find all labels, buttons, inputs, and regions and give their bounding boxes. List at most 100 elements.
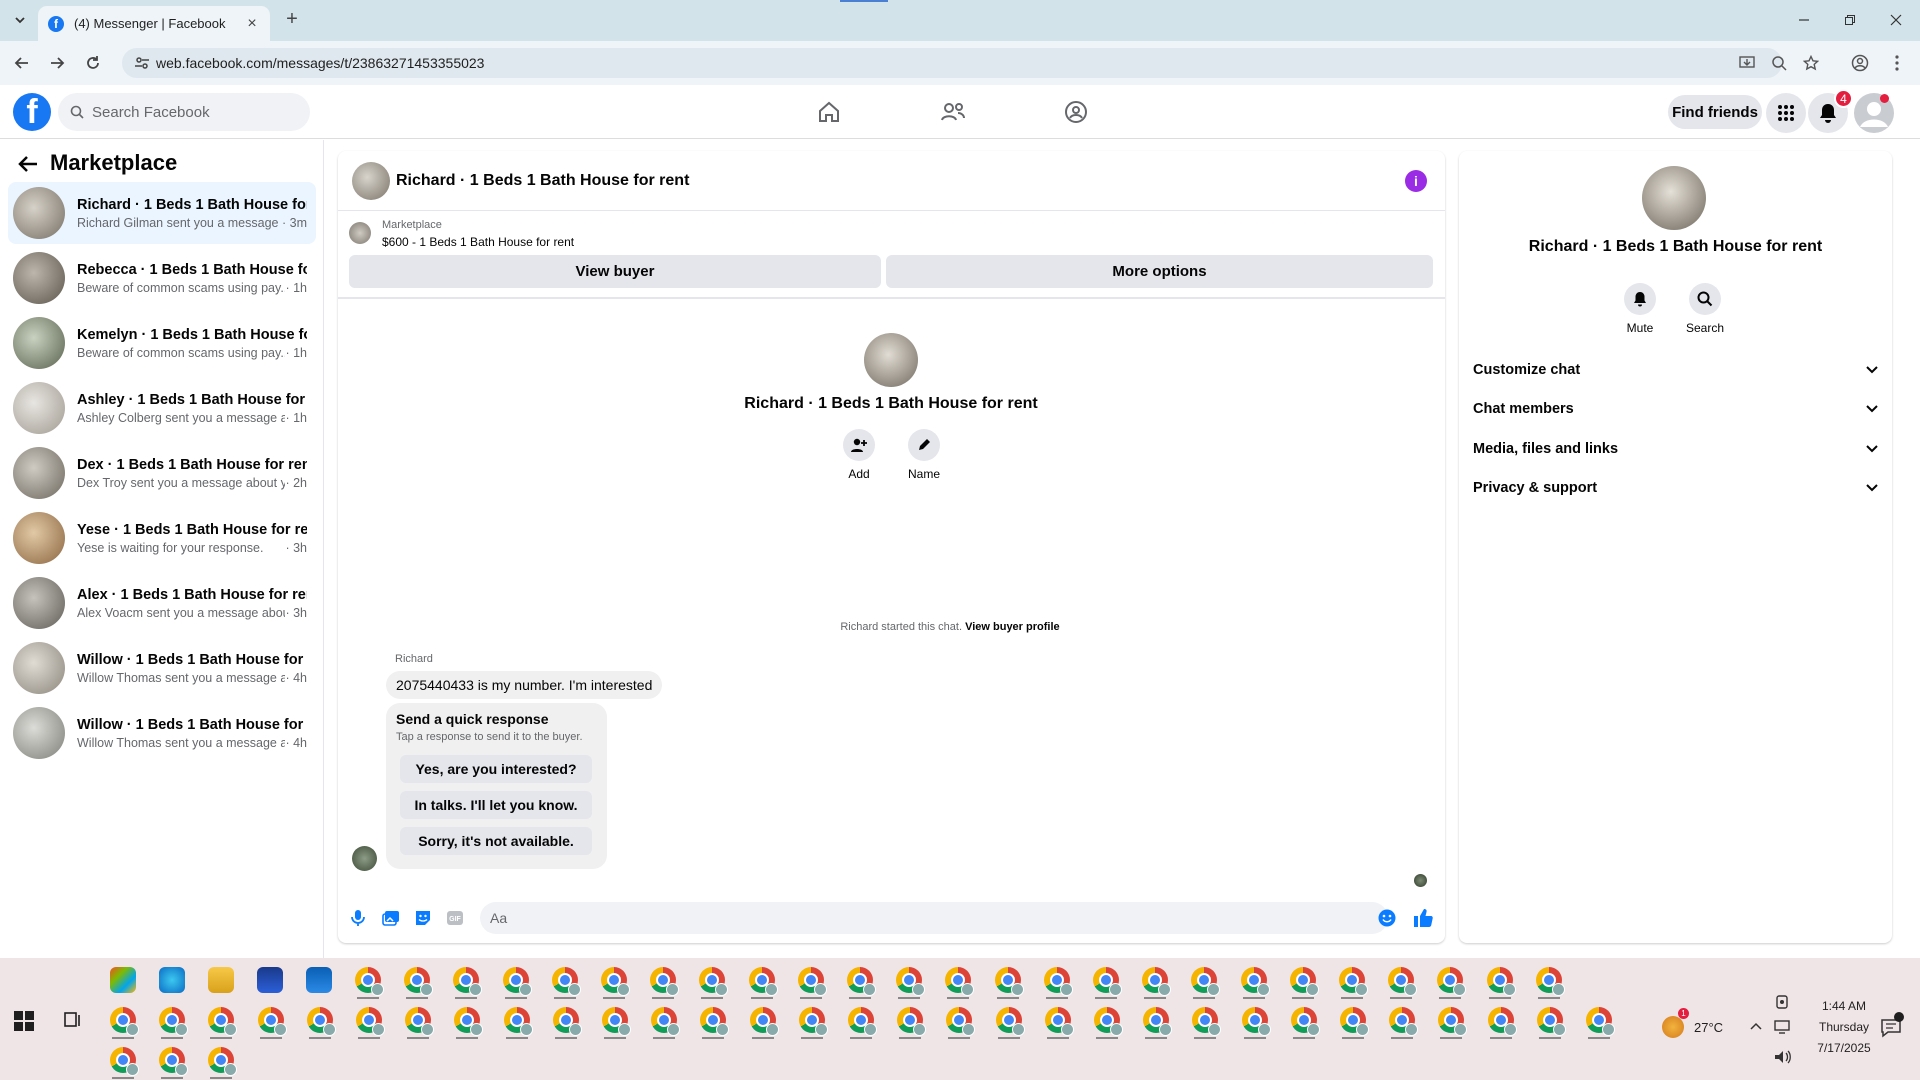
conversation-item[interactable]: Willow · 1 Beds 1 Bath House for re... Wi…	[8, 637, 316, 699]
chrome-profile-icon[interactable]	[1340, 1007, 1369, 1036]
view-buyer-button[interactable]: View buyer	[349, 255, 881, 288]
chrome-profile-icon[interactable]	[699, 967, 729, 996]
temperature[interactable]: 27°C	[1694, 1020, 1723, 1035]
conversation-item[interactable]: Kemelyn · 1 Beds 1 Bath House for ... Bew…	[8, 312, 316, 374]
quick-response-option[interactable]: In talks. I'll let you know.	[400, 791, 592, 819]
task-view-icon[interactable]	[62, 1010, 82, 1030]
chrome-profile-icon[interactable]	[897, 1007, 927, 1036]
chat-title[interactable]: Richard · 1 Beds 1 Bath House for rent	[396, 172, 689, 190]
close-window-icon[interactable]	[1876, 8, 1916, 32]
chrome-profile-icon[interactable]	[1094, 1007, 1123, 1036]
chrome-profile-icon[interactable]	[1044, 1007, 1074, 1036]
groups-icon[interactable]	[1061, 99, 1091, 125]
chrome-profile-icon[interactable]	[1290, 1007, 1320, 1036]
chrome-profile-icon[interactable]	[159, 1047, 189, 1076]
chrome-profile-icon[interactable]	[651, 1007, 681, 1036]
chrome-profile-icon[interactable]	[995, 1007, 1025, 1036]
chrome-profile-icon[interactable]	[602, 1007, 631, 1036]
chrome-profile-icon[interactable]	[798, 1007, 828, 1036]
chrome-profile-icon[interactable]	[159, 1007, 189, 1036]
chrome-profile-icon[interactable]	[847, 967, 876, 996]
conversation-item[interactable]: Richard · 1 Beds 1 Bath House for r... Ri…	[8, 182, 316, 244]
photo-icon[interactable]	[381, 908, 401, 928]
chrome-profile-icon[interactable]	[208, 1007, 238, 1036]
home-icon[interactable]	[814, 99, 844, 125]
edit-name-action[interactable]: Name	[904, 429, 944, 481]
chrome-profile-icon[interactable]	[1586, 1007, 1615, 1036]
profile-icon[interactable]	[1849, 52, 1871, 74]
minimize-icon[interactable]	[1784, 8, 1824, 32]
chrome-profile-icon[interactable]	[453, 967, 483, 996]
chrome-profile-icon[interactable]	[1389, 1007, 1419, 1036]
view-buyer-profile-link[interactable]: View buyer profile	[965, 621, 1060, 633]
chrome-profile-icon[interactable]	[1143, 1007, 1173, 1036]
menu-grid-icon[interactable]	[1766, 93, 1806, 133]
quick-response-option[interactable]: Yes, are you interested?	[400, 755, 592, 783]
tab-close-icon[interactable]: ×	[244, 15, 260, 32]
section-chat-members[interactable]: Chat members	[1473, 394, 1878, 424]
chrome-profile-icon[interactable]	[1192, 1007, 1222, 1036]
chrome-profile-icon[interactable]	[454, 1007, 484, 1036]
clock-time[interactable]: 1:44 AM	[1804, 999, 1884, 1013]
quick-response-option[interactable]: Sorry, it's not available.	[400, 827, 592, 855]
sticker-icon[interactable]	[413, 908, 433, 928]
chrome-profile-icon[interactable]	[1487, 1007, 1517, 1036]
network-icon[interactable]	[1774, 1020, 1792, 1034]
chrome-profile-icon[interactable]	[1289, 967, 1319, 996]
tab-search-dropdown-icon[interactable]	[8, 8, 32, 32]
windows-start-icon[interactable]	[14, 1011, 34, 1031]
chrome-profile-icon[interactable]	[896, 967, 926, 996]
facebook-logo-icon[interactable]: f	[13, 93, 51, 131]
chrome-profile-icon[interactable]	[1191, 967, 1221, 996]
restore-icon[interactable]	[1830, 8, 1870, 32]
chrome-profile-icon[interactable]	[404, 967, 434, 996]
chrome-profile-icon[interactable]	[945, 967, 975, 996]
chrome-profile-icon[interactable]	[306, 1007, 336, 1036]
url-bar[interactable]: web.facebook.com/messages/t/238632714533…	[122, 48, 1782, 78]
friends-icon[interactable]	[938, 99, 968, 125]
search-in-chat-action[interactable]: Search	[1683, 283, 1727, 335]
section-media-files-links[interactable]: Media, files and links	[1473, 434, 1878, 464]
chrome-profile-icon[interactable]	[1388, 967, 1418, 996]
chrome-profile-icon[interactable]	[1241, 1007, 1271, 1036]
chrome-profile-icon[interactable]	[650, 967, 680, 996]
chrome-profile-icon[interactable]	[551, 967, 581, 996]
zoom-icon[interactable]	[1768, 52, 1790, 74]
reload-icon[interactable]	[82, 52, 104, 74]
chrome-profile-icon[interactable]	[1043, 967, 1073, 996]
install-app-icon[interactable]	[1736, 52, 1758, 74]
chrome-profile-icon[interactable]	[355, 967, 384, 996]
section-privacy-support[interactable]: Privacy & support	[1473, 473, 1878, 503]
chrome-profile-icon[interactable]	[208, 1047, 238, 1076]
chrome-profile-icon[interactable]	[257, 1007, 287, 1036]
more-options-button[interactable]: More options	[886, 255, 1433, 288]
chrome-profile-icon[interactable]	[502, 967, 532, 996]
outlook-icon[interactable]	[306, 967, 332, 993]
chrome-profile-icon[interactable]	[700, 1007, 730, 1036]
clock-date[interactable]: 7/17/2025	[1804, 1041, 1884, 1055]
microphone-icon[interactable]	[348, 908, 368, 928]
chrome-profile-icon[interactable]	[110, 1047, 139, 1076]
copilot-icon[interactable]	[110, 967, 136, 993]
message-input[interactable]: Aa	[480, 902, 1388, 934]
chrome-profile-icon[interactable]	[748, 967, 778, 996]
conversation-item[interactable]: Dex · 1 Beds 1 Bath House for rent Dex Tr…	[8, 442, 316, 504]
browser-menu-icon[interactable]	[1886, 52, 1908, 74]
facebook-search-input[interactable]: Search Facebook	[58, 93, 310, 131]
weather-icon[interactable]	[1662, 1016, 1684, 1038]
chat-avatar[interactable]	[352, 162, 390, 200]
volume-icon[interactable]	[1774, 1050, 1792, 1064]
chrome-profile-icon[interactable]	[1486, 967, 1516, 996]
conversation-item[interactable]: Rebecca · 1 Beds 1 Bath House for ... Bew…	[8, 247, 316, 309]
chrome-profile-icon[interactable]	[1142, 967, 1172, 996]
back-icon[interactable]	[11, 52, 33, 74]
microsoft-store-icon[interactable]	[257, 967, 283, 993]
bookmark-star-icon[interactable]	[1800, 52, 1822, 74]
chrome-profile-icon[interactable]	[946, 1007, 976, 1036]
gif-icon[interactable]: GIF	[445, 908, 465, 928]
chrome-profile-icon[interactable]	[994, 967, 1024, 996]
back-arrow-icon[interactable]	[16, 152, 40, 176]
chrome-profile-icon[interactable]	[356, 1007, 385, 1036]
add-people-action[interactable]: Add	[839, 429, 879, 481]
like-thumbs-up-icon[interactable]	[1413, 908, 1433, 928]
